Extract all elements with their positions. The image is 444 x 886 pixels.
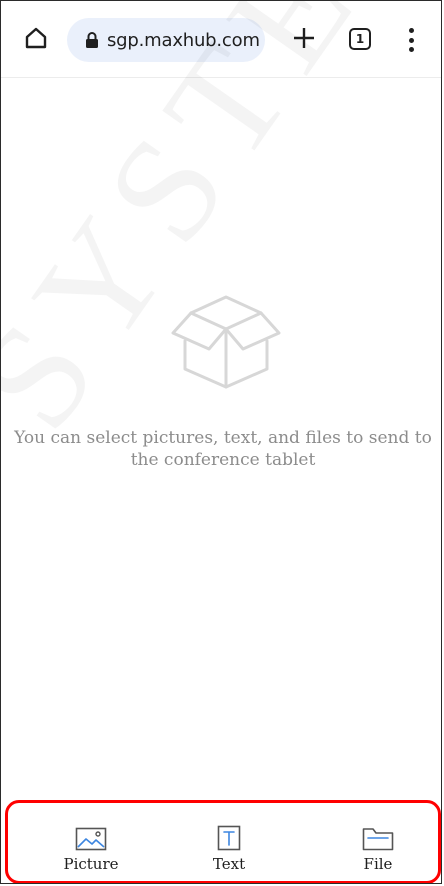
plus-icon bbox=[294, 28, 314, 48]
app-frame: sgp.maxhub.com 1 SYSTEM You can sele bbox=[0, 0, 442, 884]
text-button[interactable]: Text bbox=[184, 825, 274, 873]
home-button[interactable] bbox=[21, 23, 51, 53]
text-label: Text bbox=[212, 855, 246, 873]
bottom-action-bar: Picture Text File bbox=[5, 800, 441, 883]
address-bar[interactable]: sgp.maxhub.com bbox=[67, 18, 265, 62]
folder-icon bbox=[362, 828, 394, 851]
tab-switcher-button[interactable]: 1 bbox=[349, 28, 371, 50]
more-vert-icon bbox=[408, 28, 414, 33]
new-tab-button[interactable] bbox=[289, 23, 319, 53]
empty-state-message: You can select pictures, text, and files… bbox=[14, 428, 432, 470]
file-label: File bbox=[363, 855, 393, 873]
url-text: sgp.maxhub.com bbox=[107, 29, 260, 51]
browser-toolbar: sgp.maxhub.com 1 bbox=[1, 1, 441, 78]
picture-button[interactable]: Picture bbox=[46, 825, 136, 873]
picture-label: Picture bbox=[63, 855, 119, 873]
open-box-icon bbox=[171, 295, 281, 389]
file-button[interactable]: File bbox=[333, 825, 423, 873]
home-icon bbox=[25, 27, 47, 49]
lock-icon bbox=[85, 31, 99, 49]
text-icon bbox=[217, 825, 241, 851]
browser-menu-button[interactable] bbox=[401, 25, 421, 55]
image-icon bbox=[75, 827, 107, 851]
